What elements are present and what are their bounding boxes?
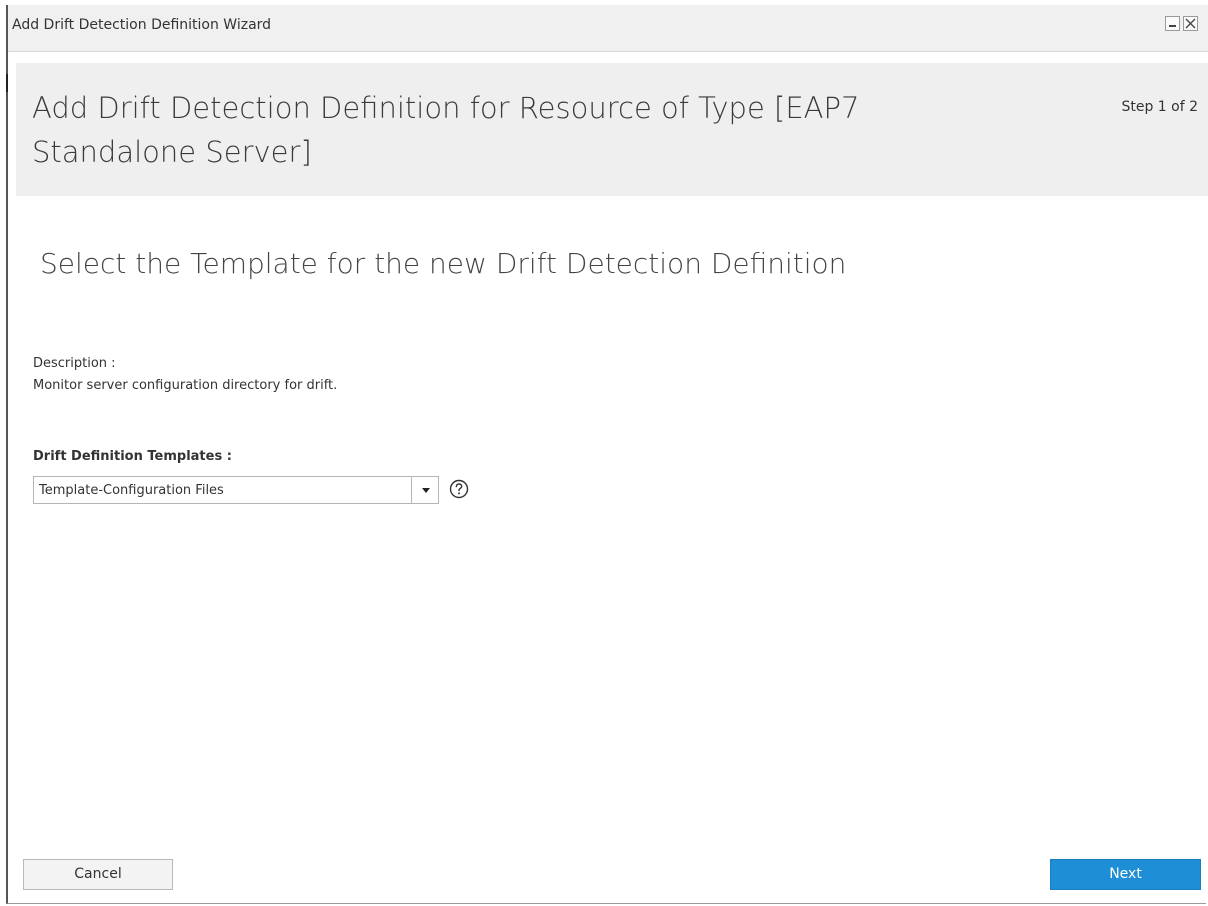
wizard-header: Add Drift Detection Definition for Resou…: [16, 63, 1208, 196]
description-label: Description :: [33, 356, 116, 371]
minimize-button[interactable]: [1165, 16, 1180, 31]
next-button[interactable]: Next: [1050, 859, 1201, 890]
close-icon: [1185, 18, 1196, 29]
chevron-down-icon[interactable]: [418, 481, 434, 499]
minimize-icon: [1169, 25, 1176, 27]
templates-selected-value: Template-Configuration Files: [39, 483, 224, 498]
window-title: Add Drift Detection Definition Wizard: [12, 17, 272, 33]
window-titlebar[interactable]: Add Drift Detection Definition Wizard: [8, 5, 1208, 52]
description-value: Monitor server configuration directory f…: [33, 378, 338, 393]
help-icon[interactable]: [448, 478, 470, 500]
wizard-window: Add Drift Detection Definition Wizard Ad…: [6, 5, 1208, 904]
close-button[interactable]: [1183, 16, 1198, 31]
step-indicator: Step 1 of 2: [1121, 99, 1198, 115]
wizard-header-title: Add Drift Detection Definition for Resou…: [32, 91, 860, 169]
cancel-button[interactable]: Cancel: [23, 859, 173, 890]
window-edge-marker: [6, 74, 8, 92]
section-title: Select the Template for the new Drift De…: [40, 247, 847, 280]
templates-select[interactable]: Template-Configuration Files: [33, 476, 439, 504]
select-divider: [411, 477, 412, 503]
templates-label: Drift Definition Templates :: [33, 449, 232, 464]
